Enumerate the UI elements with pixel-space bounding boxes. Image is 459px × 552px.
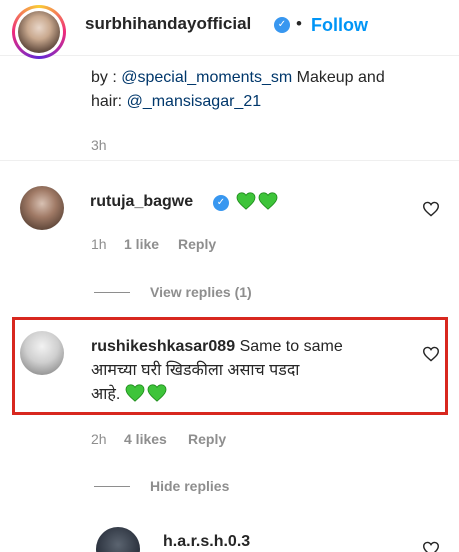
comment-text: आहे. bbox=[91, 386, 121, 403]
comment-likes-count[interactable]: 1 like bbox=[124, 236, 159, 252]
post-header: surbhihandayofficial ✓ • Follow bbox=[0, 0, 459, 59]
comment-username[interactable]: rutuja_bagwe bbox=[90, 193, 193, 211]
green-heart-icon bbox=[125, 384, 145, 402]
comment-timestamp[interactable]: 1h bbox=[91, 236, 107, 252]
caption-text: hair: bbox=[91, 93, 127, 110]
comment-likes-count[interactable]: 4 likes bbox=[124, 431, 167, 447]
view-replies-button[interactable]: View replies (1) bbox=[150, 284, 252, 300]
caption-mention-link[interactable]: @special_moments_sm bbox=[121, 69, 292, 86]
caption-mention-link[interactable]: @_mansisagar_21 bbox=[127, 93, 262, 110]
reply-username[interactable]: h.a.r.s.h.0.3 bbox=[163, 533, 250, 551]
green-heart-emoji bbox=[236, 192, 280, 212]
caption-timestamp[interactable]: 3h bbox=[91, 137, 107, 153]
post-caption: by : @special_moments_sm Makeup and hair… bbox=[91, 66, 451, 114]
like-heart-icon[interactable] bbox=[422, 201, 440, 217]
green-heart-icon bbox=[258, 192, 278, 210]
reply-avatar[interactable] bbox=[96, 527, 140, 552]
comment-text: Same to same bbox=[239, 338, 343, 355]
reply-button[interactable]: Reply bbox=[178, 236, 216, 252]
comment-text: आमच्या घरी खिडकीला असाच पडदा bbox=[91, 362, 300, 379]
divider bbox=[0, 160, 459, 161]
green-heart-emoji bbox=[125, 384, 169, 403]
verified-badge-icon: ✓ bbox=[213, 195, 229, 211]
post-comments-panel: surbhihandayofficial ✓ • Follow by : @sp… bbox=[0, 0, 459, 552]
caption-text: Makeup and bbox=[292, 69, 385, 86]
reply-button[interactable]: Reply bbox=[188, 431, 226, 447]
post-author-avatar[interactable] bbox=[12, 5, 66, 59]
post-author-username[interactable]: surbhihandayofficial bbox=[85, 14, 251, 34]
comment-username[interactable]: rushikeshkasar089 bbox=[91, 338, 235, 355]
follow-button[interactable]: Follow bbox=[311, 15, 368, 36]
caption-text: by : bbox=[91, 69, 122, 86]
comment-body: rushikeshkasar089 Same to same आमच्या घर… bbox=[91, 335, 421, 407]
comment-timestamp[interactable]: 2h bbox=[91, 431, 107, 447]
like-heart-icon[interactable] bbox=[422, 346, 440, 362]
reply-thread-line bbox=[94, 292, 130, 293]
like-heart-icon[interactable] bbox=[422, 541, 440, 552]
green-heart-icon bbox=[236, 192, 256, 210]
verified-badge-icon: ✓ bbox=[274, 17, 290, 33]
comment-avatar[interactable] bbox=[20, 186, 64, 230]
reply-thread-line bbox=[94, 486, 130, 487]
green-heart-icon bbox=[147, 384, 167, 402]
comment-avatar[interactable] bbox=[20, 331, 64, 375]
hide-replies-button[interactable]: Hide replies bbox=[150, 478, 229, 494]
header-separator: • bbox=[296, 14, 302, 33]
